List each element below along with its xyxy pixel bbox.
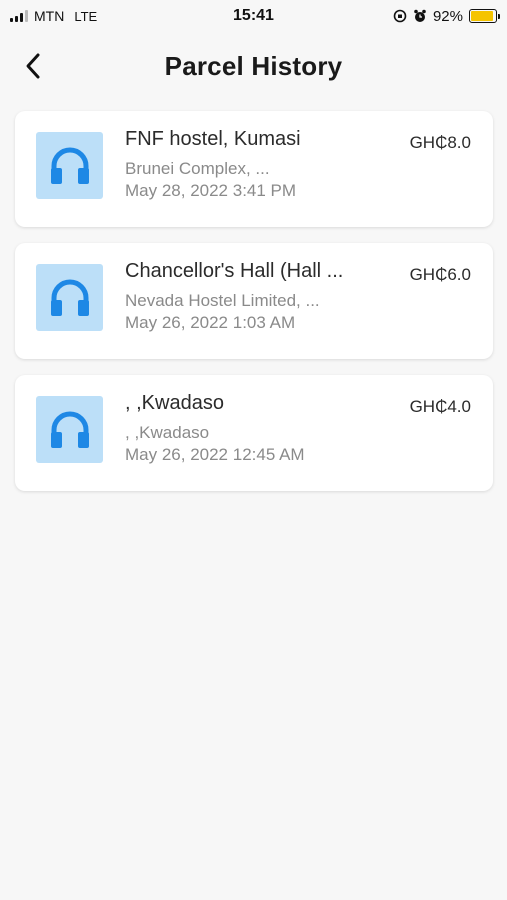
status-right: 92%	[337, 7, 500, 25]
headphones-icon	[36, 264, 103, 331]
header: Parcel History	[0, 40, 507, 92]
headphones-icon	[36, 396, 103, 463]
parcel-list: FNF hostel, Kumasi Brunei Complex, ... M…	[15, 111, 493, 507]
parcel-destination: Chancellor's Hall (Hall ...	[125, 260, 344, 282]
signal-icon	[10, 10, 28, 22]
parcel-date: May 26, 2022 1:03 AM	[125, 313, 296, 332]
battery-level	[470, 11, 494, 21]
battery-percent: 92%	[432, 7, 463, 25]
parcel-price: GH₵6.0	[409, 265, 471, 284]
parcel-price: GH₵4.0	[409, 397, 471, 416]
chevron-left-icon	[26, 53, 40, 79]
parcel-origin: Nevada Hostel Limited, ...	[125, 291, 320, 310]
page-title: Parcel History	[164, 50, 343, 81]
parcel-destination: , ,Kwadaso	[125, 392, 224, 414]
status-left: MTN LTE	[10, 8, 170, 24]
parcel-card[interactable]: Chancellor's Hall (Hall ... Nevada Hoste…	[15, 243, 493, 359]
headphones-icon	[36, 132, 103, 199]
battery-icon	[468, 9, 500, 23]
parcel-date: May 28, 2022 3:41 PM	[125, 181, 297, 200]
parcel-card[interactable]: FNF hostel, Kumasi Brunei Complex, ... M…	[15, 111, 493, 227]
status-time: 15:41	[233, 7, 274, 24]
parcel-date: May 26, 2022 12:45 AM	[125, 445, 305, 464]
parcel-price: GH₵8.0	[409, 133, 471, 152]
network-type: LTE	[74, 8, 98, 24]
back-button[interactable]	[18, 50, 48, 82]
parcel-origin: Brunei Complex, ...	[125, 159, 270, 178]
parcel-card[interactable]: , ,Kwadaso , ,Kwadaso May 26, 2022 12:45…	[15, 375, 493, 491]
carrier-name: MTN	[34, 8, 65, 24]
parcel-origin: , ,Kwadaso	[125, 423, 210, 442]
parcel-destination: FNF hostel, Kumasi	[125, 128, 301, 150]
status-bar: MTN LTE 15:41 92%	[0, 0, 507, 32]
alarm-icon	[413, 9, 427, 23]
orientation-lock-icon	[393, 9, 407, 23]
